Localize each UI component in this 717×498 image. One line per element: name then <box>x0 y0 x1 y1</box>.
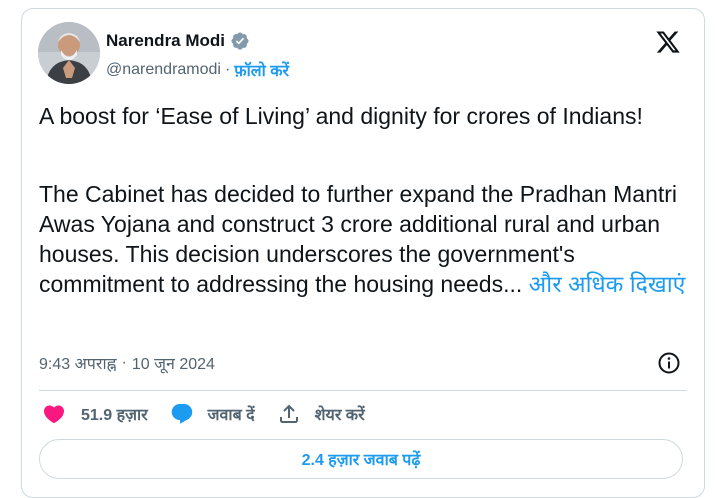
separator-dot: · <box>224 61 231 78</box>
reply-label: जवाब दें <box>207 407 255 424</box>
share-label: शेयर करें <box>314 407 365 424</box>
share-button[interactable]: शेयर करें <box>277 402 365 426</box>
divider <box>39 390 687 391</box>
reply-button[interactable]: जवाब दें <box>170 402 255 426</box>
author-handle[interactable]: @narendramodi <box>106 61 221 79</box>
avatar[interactable] <box>38 22 100 84</box>
read-replies-button[interactable]: 2.4 हज़ार जवाब पढ़ें <box>39 439 683 479</box>
avatar-image <box>38 22 100 84</box>
share-icon <box>279 404 298 423</box>
post-time: 9:43 अपराह्न <box>39 356 117 373</box>
post-paragraph-2: The Cabinet has decided to further expan… <box>39 179 689 299</box>
action-bar: 51.9 हज़ार जवाब दें शेयर करें <box>39 402 387 426</box>
info-icon[interactable] <box>657 351 681 375</box>
like-count: 51.9 हज़ार <box>81 407 148 424</box>
x-logo-icon[interactable] <box>654 29 682 55</box>
meta-separator: · <box>121 354 127 371</box>
follow-button[interactable]: फ़ॉलो करें <box>234 59 289 81</box>
show-more-link[interactable]: और अधिक दिखाएं <box>522 271 686 297</box>
post-card: Narendra Modi @narendramodi · फ़ॉलो करें… <box>21 8 705 498</box>
author-name[interactable]: Narendra Modi <box>106 31 225 51</box>
author-handle-row: @narendramodi · फ़ॉलो करें <box>106 59 289 81</box>
like-button[interactable]: 51.9 हज़ार <box>39 402 148 426</box>
verified-badge-icon <box>231 32 249 50</box>
author-name-row: Narendra Modi <box>106 31 250 51</box>
post-timestamp[interactable]: 9:43 अपराह्न · 10 जून 2024 <box>39 352 215 374</box>
reply-bubble-icon <box>171 404 192 424</box>
heart-icon <box>43 405 65 424</box>
post-text: A boost for ‘Ease of Living’ and dignity… <box>39 101 689 299</box>
post-paragraph-1: A boost for ‘Ease of Living’ and dignity… <box>39 103 643 129</box>
post-date: 10 जून 2024 <box>131 356 215 373</box>
